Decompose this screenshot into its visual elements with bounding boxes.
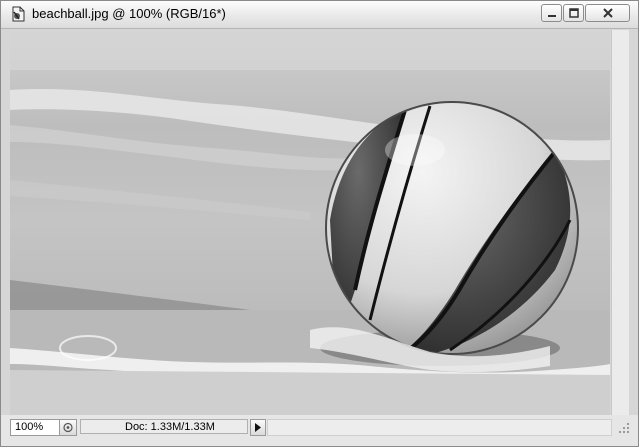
navigator-icon bbox=[63, 422, 73, 433]
photoshop-document-icon bbox=[10, 6, 26, 22]
minimize-button[interactable] bbox=[541, 4, 562, 22]
window-title: beachball.jpg @ 100% (RGB/16*) bbox=[32, 6, 226, 21]
maximize-icon bbox=[569, 8, 579, 18]
title-bar[interactable]: beachball.jpg @ 100% (RGB/16*) bbox=[1, 1, 638, 29]
beachball-photo bbox=[10, 30, 610, 415]
triangle-right-icon bbox=[255, 423, 261, 432]
status-bar: 100% Doc: 1.33M/1.33M bbox=[1, 415, 638, 446]
close-icon bbox=[603, 8, 613, 18]
minimize-icon bbox=[548, 15, 556, 17]
doc-size-info: Doc: 1.33M/1.33M bbox=[80, 419, 248, 434]
status-menu-button[interactable] bbox=[250, 419, 266, 436]
zoom-level-field[interactable]: 100% bbox=[10, 419, 62, 436]
document-window: beachball.jpg @ 100% (RGB/16*) 100% Doc:… bbox=[0, 0, 639, 447]
maximize-button[interactable] bbox=[563, 4, 584, 22]
close-button[interactable] bbox=[585, 4, 630, 22]
navigator-button[interactable] bbox=[59, 419, 77, 436]
image-canvas[interactable] bbox=[10, 30, 610, 415]
resize-grip-icon[interactable] bbox=[613, 417, 633, 437]
horizontal-scrollbar[interactable] bbox=[267, 419, 612, 436]
vertical-scrollbar[interactable] bbox=[611, 30, 629, 415]
